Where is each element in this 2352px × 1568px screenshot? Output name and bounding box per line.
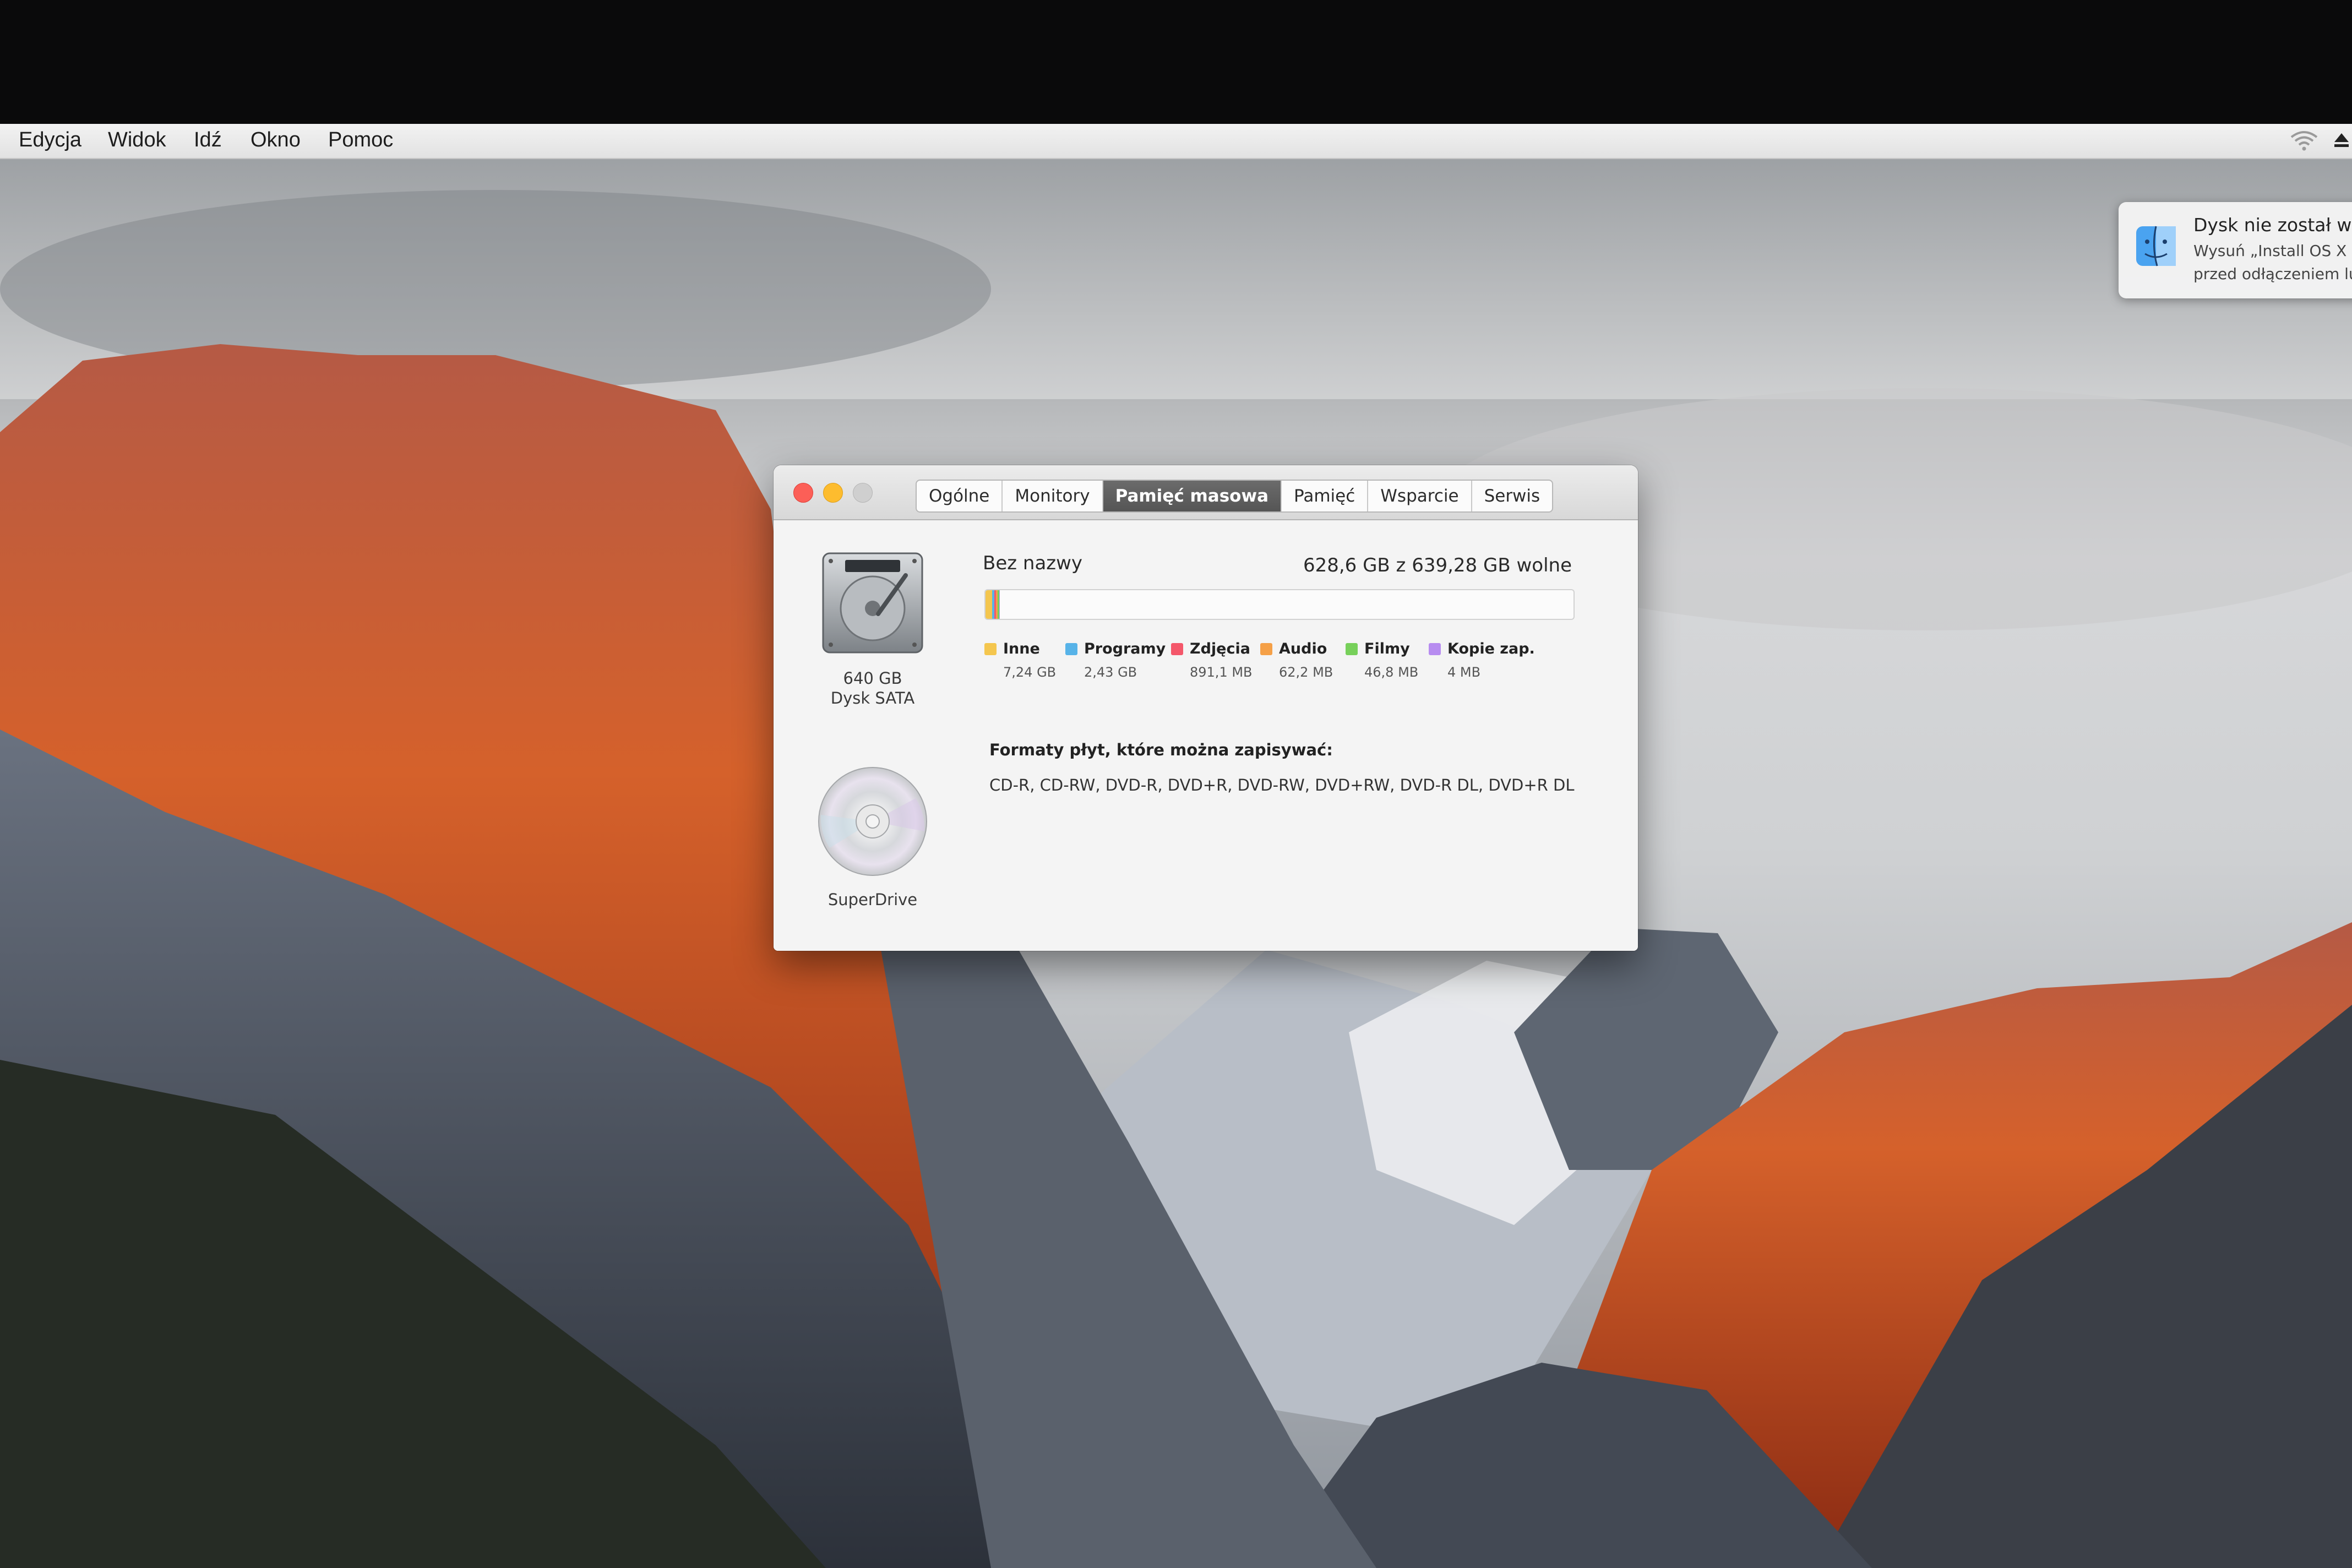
legend-swatch [1260, 643, 1272, 655]
tab-pamiec-masowa[interactable]: Pamięć masowa [1103, 481, 1282, 511]
legend-label: Zdjęcia [1190, 640, 1250, 657]
legend-label: Kopie zap. [1447, 640, 1535, 657]
menu-okno[interactable]: Okno [251, 128, 301, 152]
eject-icon[interactable] [2333, 132, 2350, 148]
menu-bar: Edycja Widok Idź Okno Pomoc [0, 124, 2352, 159]
wifi-icon[interactable] [2289, 129, 2319, 151]
disc-formats-list: CD-R, CD-RW, DVD-R, DVD+R, DVD-RW, DVD+R… [989, 776, 1575, 794]
storage-usage-fill [986, 590, 1000, 619]
disc-formats-title: Formaty płyt, które można zapisywać: [989, 741, 1333, 759]
legend-size: 4 MB [1447, 665, 1481, 680]
legend-swatch [1346, 643, 1358, 655]
legend-size: 46,8 MB [1364, 665, 1419, 680]
menu-idz[interactable]: Idź [194, 128, 222, 152]
menu-widok[interactable]: Widok [108, 128, 166, 152]
desktop-screen: Edycja Widok Idź Okno Pomoc Dysk nie zos… [0, 124, 2352, 1568]
legend-size: 7,24 GB [1003, 665, 1057, 680]
notification-message-line2: przed odłączeniem lu [2193, 265, 2352, 283]
tab-monitory[interactable]: Monitory [1003, 481, 1103, 511]
notification-title: Dysk nie został wys [2193, 214, 2352, 236]
legend-size: 2,43 GB [1084, 665, 1137, 680]
volume-name: Bez nazwy [983, 552, 1083, 574]
storage-segment [986, 590, 992, 619]
notification-message-line1: Wysuń „Install OS X E [2193, 242, 2352, 260]
zoom-button [853, 483, 873, 503]
legend-size: 62,2 MB [1279, 665, 1333, 680]
menu-edycja[interactable]: Edycja [19, 128, 81, 152]
legend-label: Filmy [1364, 640, 1410, 657]
storage-panel: 640 GB Dysk SATA Bez nazwy 628,6 GB z 63… [774, 520, 1638, 951]
tab-serwis[interactable]: Serwis [1472, 481, 1553, 511]
disk-type: Dysk SATA [830, 689, 915, 707]
disk-capacity: 640 GB [843, 669, 902, 688]
tab-wsparcie[interactable]: Wsparcie [1368, 481, 1472, 511]
superdrive-label: SuperDrive [827, 890, 918, 909]
tab-bar: Ogólne Monitory Pamięć masowa Pamięć Wsp… [916, 480, 1554, 513]
legend-label: Audio [1279, 640, 1327, 657]
notification-banner[interactable]: Dysk nie został wys Wysuń „Install OS X … [2119, 202, 2352, 298]
minimize-button[interactable] [823, 483, 843, 503]
legend-size: 891,1 MB [1190, 665, 1253, 680]
legend-swatch [1065, 643, 1077, 655]
window-titlebar[interactable]: Ogólne Monitory Pamięć masowa Pamięć Wsp… [774, 465, 1638, 520]
volume-free-space: 628,6 GB z 639,28 GB wolne [1303, 554, 1572, 576]
legend-swatch [1429, 643, 1441, 655]
hard-drive-icon [822, 552, 923, 654]
legend-swatch [1171, 643, 1183, 655]
legend-label: Inne [1003, 640, 1040, 657]
legend-label: Programy [1084, 640, 1166, 657]
storage-segment [999, 590, 1000, 619]
legend-swatch [984, 643, 997, 655]
close-button[interactable] [793, 483, 813, 503]
finder-icon [2136, 226, 2176, 266]
storage-usage-bar [984, 589, 1575, 620]
about-this-mac-window: Ogólne Monitory Pamięć masowa Pamięć Wsp… [774, 465, 1638, 951]
tab-ogolne[interactable]: Ogólne [917, 481, 1003, 511]
menu-pomoc[interactable]: Pomoc [328, 128, 393, 152]
tab-pamiec[interactable]: Pamięć [1282, 481, 1369, 511]
optical-disc-icon [818, 767, 927, 876]
